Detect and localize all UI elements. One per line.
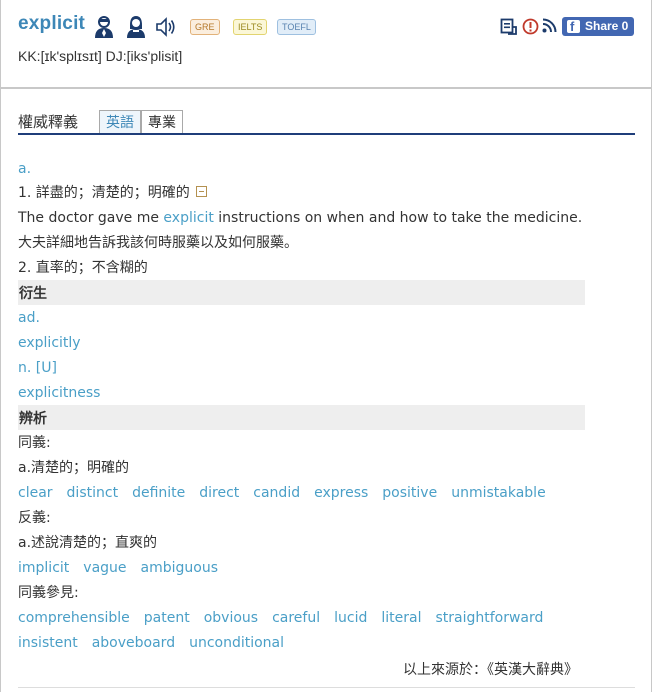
derived-heading-band: 衍生 <box>18 280 585 305</box>
example-pre: The doctor gave me <box>18 210 164 226</box>
share-label: Share 0 <box>585 19 629 33</box>
definition-1: 1. 詳盡的；清楚的；明確的 <box>18 184 207 202</box>
example-post: instructions on when and how to take the… <box>213 210 583 226</box>
synonym-link[interactable]: direct <box>199 485 239 501</box>
antonym-link[interactable]: vague <box>83 560 126 576</box>
tab-professional[interactable]: 專業 <box>141 110 183 135</box>
pos-noun: n. [U] <box>18 360 57 376</box>
see-also-link[interactable]: aboveboard <box>92 635 175 651</box>
pos-adjective: a. <box>18 161 32 177</box>
derived-heading: 衍生 <box>19 286 47 302</box>
facebook-icon: f <box>567 19 580 34</box>
distinction-heading: 辨析 <box>19 411 47 427</box>
antonyms-sense: a.述說清楚的；直爽的 <box>18 535 158 551</box>
derived-adverb-link[interactable]: explicitly <box>18 334 81 352</box>
see-also-link[interactable]: patent <box>144 610 190 626</box>
word-header: explicit GRE IELTS TOEFL KK:[ɪk'splɪsɪt]… <box>0 0 652 88</box>
synonym-link[interactable]: distinct <box>67 485 119 501</box>
synonyms-sense: a.清楚的；明確的 <box>18 460 130 476</box>
see-also-link[interactable]: straightforward <box>435 610 543 626</box>
see-also-label: 同義參見: <box>18 585 79 601</box>
frame-left-border <box>0 0 1 692</box>
rss-icon[interactable] <box>542 18 557 37</box>
male-speaker-icon[interactable] <box>93 15 115 39</box>
see-also-link[interactable]: careful <box>272 610 320 626</box>
see-also-link[interactable]: literal <box>381 610 421 626</box>
derived-noun-link[interactable]: explicitness <box>18 384 100 402</box>
headword: explicit <box>18 13 86 34</box>
ielts-badge: IELTS <box>233 19 268 35</box>
synonym-link[interactable]: candid <box>253 485 300 501</box>
collapse-icon[interactable] <box>195 186 207 197</box>
see-also-link[interactable]: obvious <box>204 610 258 626</box>
antonym-link[interactable]: implicit <box>18 560 69 576</box>
synonym-link[interactable]: clear <box>18 485 53 501</box>
source-attribution: 以上來源於：《英漢大辭典》 <box>403 662 578 678</box>
see-also-link[interactable]: insistent <box>18 635 78 651</box>
section-title: 權威釋義 <box>18 113 79 131</box>
footer-divider <box>18 687 635 688</box>
distinction-heading-band: 辨析 <box>18 405 585 430</box>
example-translation: 大夫詳細地告訴我該何時服藥以及如何服藥。 <box>18 235 298 251</box>
example-sentence: The doctor gave me explicit instructions… <box>18 209 582 227</box>
example-headword-link[interactable]: explicit <box>163 210 213 226</box>
synonym-link[interactable]: express <box>314 485 368 501</box>
pronunciation: KK:[ɪk'splɪsɪt] DJ:[iks'plisit] <box>18 48 183 64</box>
definition-2: 2. 直率的；不含糊的 <box>18 260 148 276</box>
synonym-link[interactable]: definite <box>132 485 185 501</box>
see-also-list-row-2: insistent aboveboard unconditional <box>18 634 298 652</box>
definition-1-text: 1. 詳盡的；清楚的；明確的 <box>18 185 190 201</box>
synonym-link[interactable]: unmistakable <box>451 485 545 501</box>
antonyms-list: implicit vague ambiguous <box>18 559 232 577</box>
synonym-link[interactable]: positive <box>382 485 437 501</box>
female-speaker-icon[interactable] <box>125 15 147 39</box>
report-icon[interactable] <box>522 18 539 39</box>
synonyms-list: clear distinct definite direct candid express… <box>18 484 560 502</box>
see-also-link[interactable]: lucid <box>334 610 367 626</box>
antonyms-label: 反義: <box>18 510 51 526</box>
section-rule <box>18 133 635 135</box>
vocabulary-icon[interactable] <box>500 18 517 39</box>
antonym-link[interactable]: ambiguous <box>141 560 219 576</box>
see-also-link[interactable]: unconditional <box>189 635 284 651</box>
pos-adverb: ad. <box>18 310 40 326</box>
see-also-list-row-1: comprehensible patent obvious careful lucid l… <box>18 609 557 627</box>
speaker-icon[interactable] <box>155 15 177 39</box>
tab-english[interactable]: 英語 <box>99 110 141 135</box>
toefl-badge: TOEFL <box>277 19 316 35</box>
facebook-share-button[interactable]: f Share 0 <box>562 17 634 36</box>
gre-badge: GRE <box>190 19 220 35</box>
see-also-link[interactable]: comprehensible <box>18 610 130 626</box>
synonyms-label: 同義: <box>18 435 51 451</box>
